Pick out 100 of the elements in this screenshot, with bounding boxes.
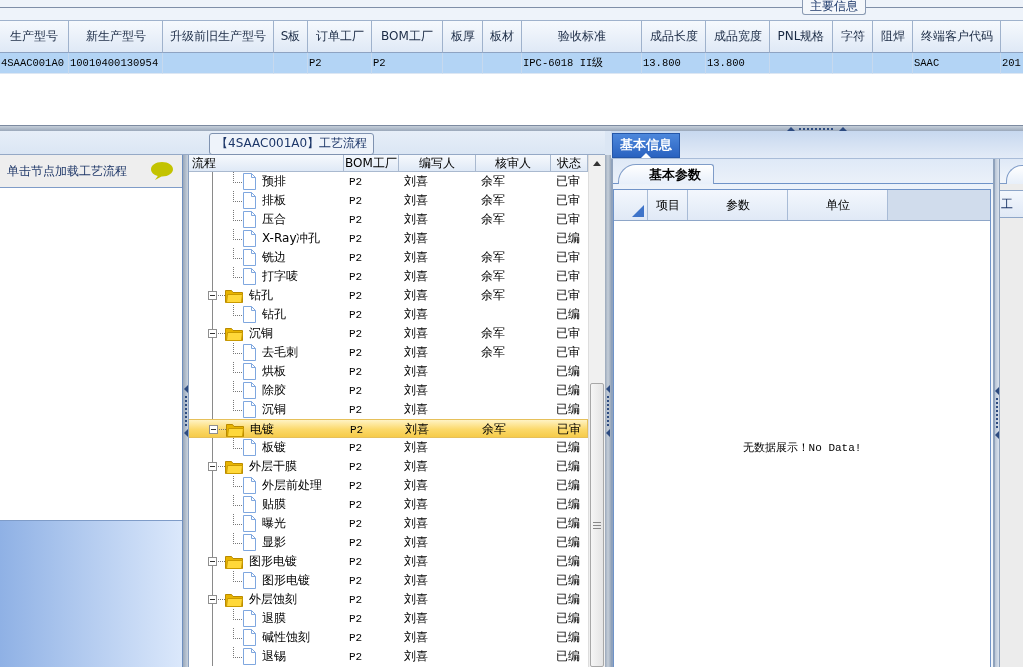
tree-row[interactable]: 图形电镀 P2 刘喜 已编 (189, 552, 588, 571)
document-icon (243, 192, 256, 209)
tree-row[interactable]: 打字唛 P2 刘喜 余军 已审 (189, 267, 588, 286)
tree-row[interactable]: 图形电镀 P2 刘喜 已编 (189, 571, 588, 590)
column-header[interactable]: 成品长度 (642, 20, 706, 53)
tree-row[interactable]: 曝光 P2 刘喜 已编 (189, 514, 588, 533)
document-icon (243, 363, 256, 380)
column-header[interactable]: 项目 (648, 190, 688, 220)
column-header[interactable]: S板 (274, 20, 308, 53)
tree-row[interactable]: 退锡 P2 刘喜 已编 (189, 647, 588, 666)
column-header[interactable]: 工 (1000, 190, 1023, 218)
document-icon (243, 401, 256, 418)
column-header[interactable]: 成品宽度 (706, 20, 770, 53)
document-icon (243, 382, 256, 399)
tree-row[interactable]: 沉铜 P2 刘喜 余军 已审 (189, 324, 588, 343)
column-header[interactable]: 升级前旧生产型号 (163, 20, 274, 53)
table-cell: P2 (372, 53, 443, 74)
document-icon (243, 230, 256, 247)
column-header[interactable]: 编写人 (399, 155, 476, 172)
corner-triangle-icon (632, 205, 644, 217)
column-header[interactable]: 新生产型号 (69, 20, 163, 53)
tree-row[interactable]: 沉铜 P2 刘喜 已编 (189, 400, 588, 419)
table-cell: SAAC (913, 53, 1001, 74)
tree-row[interactable]: 碱性蚀刻 P2 刘喜 已编 (189, 628, 588, 647)
document-icon (243, 173, 256, 190)
table-cell: 201 (1001, 53, 1023, 74)
collapse-toggle[interactable] (208, 462, 217, 471)
column-header[interactable]: PNL规格 (770, 20, 833, 53)
table-cell: 13.800 (706, 53, 770, 74)
column-header[interactable]: 参数 (688, 190, 788, 220)
tree-row[interactable]: 显影 P2 刘喜 已编 (189, 533, 588, 552)
section-tab[interactable]: 主要信息 (802, 0, 866, 15)
tree-row[interactable]: 板镀 P2 刘喜 已编 (189, 438, 588, 457)
tree-row[interactable]: 电镀 P2 刘喜 余军 已审 (189, 419, 588, 438)
tree-row[interactable]: 贴膜 P2 刘喜 已编 (189, 495, 588, 514)
tree-row[interactable]: 除胶 P2 刘喜 已编 (189, 381, 588, 400)
scrollbar-thumb[interactable] (590, 383, 604, 667)
table-cell: IPC-6018 II级 (522, 53, 642, 74)
tree-row[interactable]: 去毛刺 P2 刘喜 余军 已审 (189, 343, 588, 362)
folder-icon (225, 288, 243, 303)
tree-row[interactable]: 钻孔 P2 刘喜 余军 已审 (189, 286, 588, 305)
column-header[interactable]: 核审人 (476, 155, 551, 172)
tree-row[interactable]: 外层干膜 P2 刘喜 已编 (189, 457, 588, 476)
column-header[interactable]: 板厚 (443, 20, 483, 53)
collapse-toggle[interactable] (208, 595, 217, 604)
table-cell: 13.800 (642, 53, 706, 74)
column-header[interactable]: 订单工厂 (308, 20, 372, 53)
document-icon (243, 610, 256, 627)
column-header[interactable]: BOM工厂 (344, 155, 399, 172)
folder-icon (225, 554, 243, 569)
folder-icon (225, 326, 243, 341)
document-icon (243, 496, 256, 513)
tree-row[interactable]: 预排 P2 刘喜 余军 已审 (189, 172, 588, 191)
speech-bubble-icon (150, 161, 174, 181)
collapse-toggle[interactable] (208, 291, 217, 300)
document-icon (243, 306, 256, 323)
collapse-toggle[interactable] (208, 557, 217, 566)
tree-row[interactable]: 钻孔 P2 刘喜 已编 (189, 305, 588, 324)
document-icon (243, 572, 256, 589)
column-header[interactable]: 流程 (189, 155, 344, 172)
table-cell: 10010400130954 (69, 53, 163, 74)
document-icon (243, 211, 256, 228)
tree-row[interactable]: 外层蚀刻 P2 刘喜 已编 (189, 590, 588, 609)
folder-icon (225, 592, 243, 607)
tree-row[interactable]: 铣边 P2 刘喜 余军 已审 (189, 248, 588, 267)
group-title: 【4SAAC001A0】工艺流程 (209, 133, 375, 155)
document-icon (243, 629, 256, 646)
empty-message: 无数据展示！No Data! (742, 440, 862, 455)
tree-row[interactable]: 压合 P2 刘喜 余军 已审 (189, 210, 588, 229)
document-icon (243, 268, 256, 285)
table-cell: 4SAAC001A0 (0, 53, 69, 74)
column-header[interactable]: BOM工厂 (372, 20, 443, 53)
table-row[interactable]: 4SAAC001A0 10010400130954 P2 P2 IPC-6018 II级 13.800 13.800 SAAC 201 (0, 53, 1023, 74)
tree-row[interactable]: 排板 P2 刘喜 余军 已审 (189, 191, 588, 210)
tree-row[interactable]: 烘板 P2 刘喜 已编 (189, 362, 588, 381)
document-icon (243, 515, 256, 532)
document-icon (243, 439, 256, 456)
folder-icon (226, 422, 244, 437)
column-header[interactable]: 板材 (483, 20, 522, 53)
hint-text: 单击节点加载工艺流程 (7, 162, 127, 180)
document-icon (243, 249, 256, 266)
collapse-toggle[interactable] (209, 425, 218, 434)
column-header[interactable]: 生产型号 (0, 20, 69, 53)
column-header[interactable]: 状态 (551, 155, 588, 172)
column-header[interactable]: 字符 (833, 20, 873, 53)
column-header[interactable]: 终端客户代码 (913, 20, 1001, 53)
sub-tab[interactable]: 基本参数 (618, 164, 714, 184)
tree-row[interactable]: X-Ray冲孔 P2 刘喜 已编 (189, 229, 588, 248)
table-cell: P2 (308, 53, 372, 74)
column-header[interactable]: 验收标准 (522, 20, 642, 53)
tree-row[interactable]: 外层前处理 P2 刘喜 已编 (189, 476, 588, 495)
tree-row[interactable]: 退膜 P2 刘喜 已编 (189, 609, 588, 628)
collapse-toggle[interactable] (208, 329, 217, 338)
document-icon (243, 534, 256, 551)
panel-tab[interactable]: 基本信息 (612, 133, 680, 158)
document-icon (243, 477, 256, 494)
column-header[interactable]: 阻焊 (873, 20, 913, 53)
column-header[interactable]: 单位 (788, 190, 888, 220)
folder-icon (225, 459, 243, 474)
document-icon (243, 344, 256, 361)
